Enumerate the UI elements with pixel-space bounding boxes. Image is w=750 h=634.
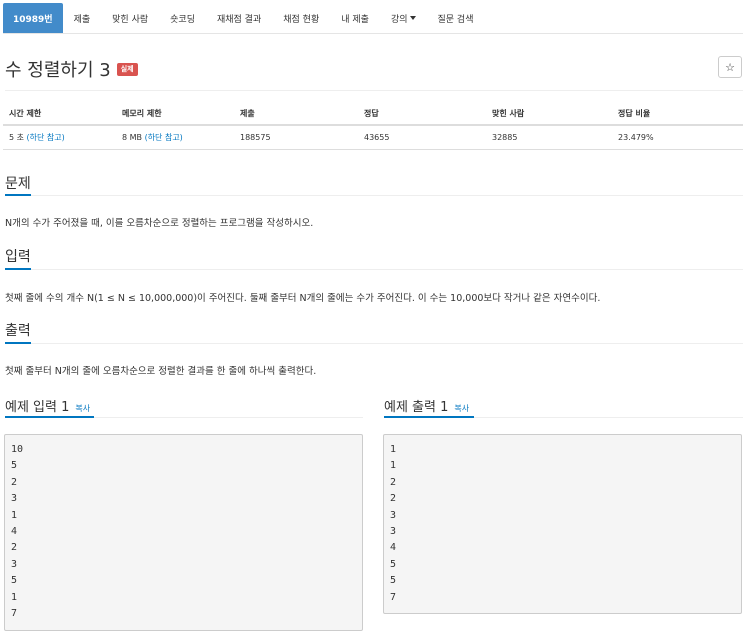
section-divider xyxy=(5,343,743,344)
example-input-heading: 예제 입력 1 복사 xyxy=(5,396,90,415)
copy-output-button[interactable]: 복사 xyxy=(454,404,469,413)
chevron-down-icon xyxy=(409,16,416,20)
solvers-value: 32885 xyxy=(492,133,518,142)
section-divider xyxy=(5,195,743,196)
star-icon: ☆ xyxy=(725,60,735,74)
problem-heading: 문제 xyxy=(5,176,31,192)
page-title: 수 정렬하기 3 실제 xyxy=(5,56,138,82)
tab-short-coding[interactable]: 숏코딩 xyxy=(159,3,206,33)
memory-limit-cell: 8 MB (하단 참고) xyxy=(122,132,240,143)
example-output-title: 예제 출력 1 xyxy=(384,400,449,415)
output-heading: 출력 xyxy=(5,323,31,339)
header-accepted: 정답 xyxy=(364,108,379,118)
header-solvers: 맞힌 사람 xyxy=(492,108,525,118)
header-time-limit: 시간 제한 xyxy=(9,108,42,118)
input-heading: 입력 xyxy=(5,249,31,265)
tab-lectures[interactable]: 강의 xyxy=(380,3,427,33)
time-limit-cell: 5 초 (하단 참고) xyxy=(3,132,122,143)
tab-solvers[interactable]: 맞힌 사람 xyxy=(101,3,159,33)
tab-question-search[interactable]: 질문 검색 xyxy=(427,3,485,33)
problem-description: N개의 수가 주어졌을 때, 이를 오름차순으로 정렬하는 프로그램을 작성하시… xyxy=(5,218,314,229)
submissions-value: 188575 xyxy=(240,133,271,142)
example-input-block[interactable]: 10 5 2 3 1 4 2 3 5 1 7 xyxy=(4,434,363,631)
example-output-heading: 예제 출력 1 복사 xyxy=(384,396,469,415)
output-description: 첫째 줄부터 N개의 줄에 오름차순으로 정렬한 결과를 한 줄에 하나씩 출력… xyxy=(5,366,317,377)
problem-info-table: 시간 제한 메모리 제한 제출 정답 맞힌 사람 정답 비율 5 초 (하단 참… xyxy=(3,102,743,150)
nav-divider xyxy=(3,33,743,34)
time-limit-value: 5 초 xyxy=(9,133,27,142)
example-input-title: 예제 입력 1 xyxy=(5,400,70,415)
tab-my-submissions[interactable]: 내 제출 xyxy=(330,3,380,33)
time-limit-note-link[interactable]: (하단 참고) xyxy=(27,133,65,142)
status-badge: 실제 xyxy=(116,62,138,76)
section-divider xyxy=(5,269,743,270)
header-ratio: 정답 비율 xyxy=(618,108,651,118)
section-underline xyxy=(5,416,94,418)
section-underline xyxy=(5,194,31,196)
tab-lectures-label: 강의 xyxy=(390,14,408,25)
input-description: 첫째 줄에 수의 개수 N(1 ≤ N ≤ 10,000,000)이 주어진다.… xyxy=(5,293,601,304)
problem-title: 수 정렬하기 3 xyxy=(5,60,111,81)
memory-limit-value: 8 MB xyxy=(122,133,145,142)
tab-submit[interactable]: 제출 xyxy=(63,3,102,33)
tab-status[interactable]: 채점 현황 xyxy=(272,3,330,33)
tab-rejudge-results[interactable]: 재채점 결과 xyxy=(206,3,272,33)
header-submissions: 제출 xyxy=(240,108,255,118)
section-underline xyxy=(5,342,31,344)
table-header-row: 시간 제한 메모리 제한 제출 정답 맞힌 사람 정답 비율 xyxy=(3,102,743,126)
section-underline xyxy=(5,268,31,270)
header-memory-limit: 메모리 제한 xyxy=(122,108,162,118)
title-divider xyxy=(5,90,743,91)
memory-limit-note-link[interactable]: (하단 참고) xyxy=(145,133,183,142)
example-output-block[interactable]: 1 1 2 2 3 3 4 5 5 7 xyxy=(383,434,742,614)
tab-problem[interactable]: 10989번 xyxy=(3,3,63,33)
favorite-star-button[interactable]: ☆ xyxy=(718,56,742,78)
table-row: 5 초 (하단 참고) 8 MB (하단 참고) 188575 43655 32… xyxy=(3,126,743,150)
problem-nav-tabs: 10989번 제출 맞힌 사람 숏코딩 재채점 결과 채점 현황 내 제출 강의… xyxy=(3,3,484,33)
accepted-value: 43655 xyxy=(364,133,390,142)
copy-input-button[interactable]: 복사 xyxy=(75,404,90,413)
section-underline xyxy=(384,416,474,418)
ratio-value: 23.479% xyxy=(618,133,654,142)
